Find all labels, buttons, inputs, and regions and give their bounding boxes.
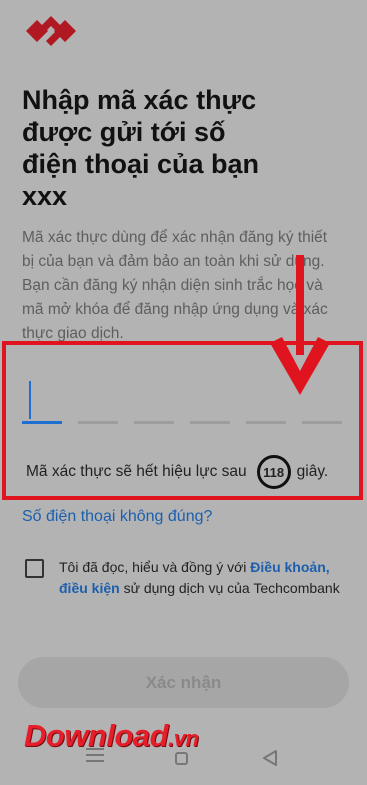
download-vn-watermark: Download.vn — [24, 718, 199, 754]
otp-digit-slot[interactable] — [190, 421, 230, 424]
otp-cursor — [29, 381, 31, 419]
page-title: Nhập mã xác thực được gửi tới số điện th… — [22, 84, 342, 212]
otp-digit-slot[interactable] — [302, 421, 342, 424]
otp-digit-slot[interactable] — [22, 421, 62, 424]
terms-text: Tôi đã đọc, hiểu và đồng ý với Điều khoả… — [59, 557, 349, 599]
wrong-phone-link[interactable]: Số điện thoại không đúng? — [22, 508, 212, 526]
countdown-timer: 118 — [256, 455, 291, 489]
title-line: được gửi tới số — [22, 117, 226, 147]
watermark-tld: .vn — [168, 726, 199, 751]
red-arrow-down-icon — [270, 255, 330, 395]
title-line: Nhập mã xác thực — [22, 85, 257, 115]
techcombank-logo-icon — [26, 16, 76, 46]
description-line: Mã xác thực dùng để xác nhận đăng ký thi… — [22, 229, 328, 246]
title-phone-number: xxx — [22, 181, 68, 211]
back-icon[interactable] — [262, 749, 278, 767]
terms-text-part1: Tôi đã đọc, hiểu và đồng ý với — [59, 559, 251, 575]
home-icon[interactable] — [175, 752, 188, 765]
otp-digit-slot[interactable] — [78, 421, 118, 424]
terms-checkbox[interactable] — [25, 559, 44, 578]
expiry-prefix: Mã xác thực sẽ hết hiệu lực sau — [26, 463, 247, 480]
otp-digit-slot[interactable] — [246, 421, 286, 424]
expiry-suffix: giây. — [296, 463, 329, 480]
title-line: điện thoại của bạn — [22, 149, 260, 179]
confirm-button[interactable]: Xác nhận — [18, 657, 349, 708]
otp-digit-slot[interactable] — [134, 421, 174, 424]
menu-icon[interactable] — [86, 748, 104, 762]
terms-text-part2: sử dụng dịch vụ của Techcombank — [119, 580, 340, 596]
otp-expiry-text: Mã xác thực sẽ hết hiệu lực sau 118 giây… — [26, 455, 328, 489]
